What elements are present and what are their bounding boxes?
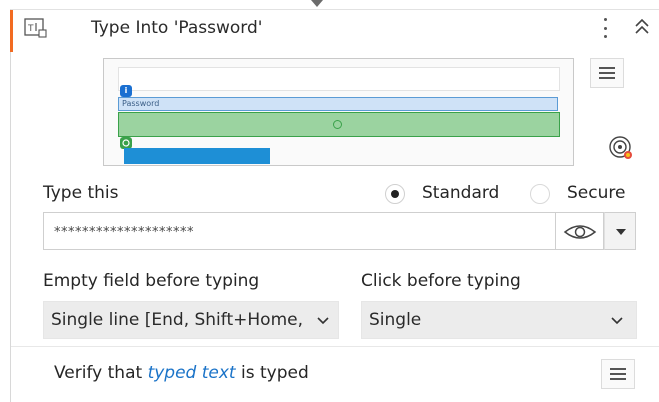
activity-title: Type Into 'Password' <box>91 18 263 38</box>
click-before-select[interactable]: Single <box>361 301 637 339</box>
show-password-button[interactable] <box>556 212 604 250</box>
section-divider <box>11 346 659 347</box>
chevron-down-icon <box>611 317 623 325</box>
chevron-down-icon <box>317 317 329 325</box>
informative-screenshot[interactable]: i Password <box>103 58 574 166</box>
anchor-highlight: Password <box>118 97 558 111</box>
type-this-input[interactable]: ******************** <box>43 212 556 250</box>
verify-suffix: is typed <box>241 363 309 383</box>
screenshot-field <box>118 67 560 91</box>
empty-field-label: Empty field before typing <box>43 271 260 291</box>
secure-radio[interactable] <box>530 184 550 204</box>
verify-row: Verify that typed text is typed <box>54 363 309 383</box>
target-highlight <box>118 112 560 137</box>
collapse-icon[interactable] <box>632 16 652 38</box>
click-before-label: Click before typing <box>361 271 521 291</box>
eye-icon <box>563 225 597 239</box>
click-before-value: Single <box>369 310 422 330</box>
connector-arrow <box>311 0 323 7</box>
typed-text-link[interactable]: typed text <box>148 363 236 383</box>
password-label: Password <box>122 99 160 108</box>
verify-menu-icon[interactable] <box>601 359 635 389</box>
more-options-icon[interactable] <box>598 16 612 40</box>
type-this-dropdown-button[interactable] <box>604 212 636 250</box>
verify-prefix: Verify that <box>54 363 143 383</box>
empty-field-value: Single line [End, Shift+Home, Del] <box>51 310 339 330</box>
secure-label[interactable]: Secure <box>567 183 625 203</box>
anchor-badge: i <box>120 85 132 97</box>
screenshot-menu-icon[interactable] <box>590 58 624 88</box>
type-this-label: Type this <box>43 183 119 203</box>
empty-field-select[interactable]: Single line [End, Shift+Home, Del] <box>43 301 339 339</box>
svg-text:T: T <box>27 24 34 34</box>
selection-accent-bar <box>10 10 13 52</box>
standard-label[interactable]: Standard <box>422 183 499 203</box>
indicate-target-icon[interactable] <box>608 135 634 161</box>
type-into-icon: T <box>24 18 47 38</box>
target-dot-icon <box>333 120 342 129</box>
standard-radio[interactable] <box>385 184 405 204</box>
screenshot-button <box>124 148 270 164</box>
